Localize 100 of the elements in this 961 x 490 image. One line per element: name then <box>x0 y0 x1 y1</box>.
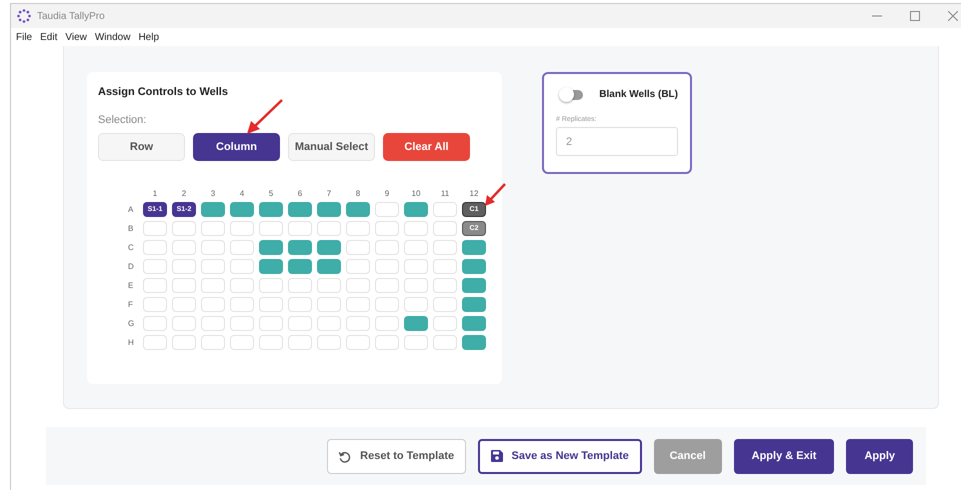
well[interactable] <box>201 316 225 331</box>
well[interactable] <box>143 259 167 274</box>
close-icon[interactable] <box>948 11 958 21</box>
well[interactable] <box>433 240 457 255</box>
well[interactable] <box>288 278 312 293</box>
well[interactable] <box>259 240 283 255</box>
well[interactable] <box>201 202 225 217</box>
well[interactable] <box>375 297 399 312</box>
well[interactable] <box>259 259 283 274</box>
well[interactable] <box>433 297 457 312</box>
well[interactable] <box>230 259 254 274</box>
save-button[interactable]: Save as New Template <box>478 438 642 474</box>
well[interactable] <box>462 259 486 274</box>
well[interactable] <box>404 297 428 312</box>
well[interactable] <box>259 297 283 312</box>
well[interactable] <box>259 278 283 293</box>
well[interactable] <box>172 316 196 331</box>
well[interactable] <box>433 278 457 293</box>
well[interactable] <box>462 278 486 293</box>
well[interactable] <box>404 259 428 274</box>
well[interactable] <box>404 278 428 293</box>
well[interactable] <box>288 316 312 331</box>
well[interactable] <box>433 259 457 274</box>
well[interactable] <box>346 259 370 274</box>
well[interactable] <box>317 278 341 293</box>
well[interactable] <box>201 259 225 274</box>
well[interactable] <box>259 202 283 217</box>
well[interactable] <box>317 297 341 312</box>
well[interactable] <box>201 297 225 312</box>
well[interactable] <box>288 335 312 350</box>
well[interactable] <box>317 335 341 350</box>
well[interactable] <box>433 316 457 331</box>
well[interactable] <box>288 240 312 255</box>
well[interactable] <box>433 221 457 236</box>
selection-button[interactable]: Column <box>193 133 280 161</box>
well[interactable] <box>230 316 254 331</box>
well[interactable] <box>288 221 312 236</box>
well[interactable] <box>462 316 486 331</box>
well[interactable] <box>462 240 486 255</box>
well[interactable] <box>230 221 254 236</box>
well[interactable] <box>201 335 225 350</box>
well[interactable] <box>201 240 225 255</box>
well[interactable] <box>317 316 341 331</box>
well[interactable] <box>288 259 312 274</box>
menu-item[interactable]: Window <box>94 32 130 42</box>
well[interactable] <box>404 240 428 255</box>
well[interactable] <box>230 240 254 255</box>
reset-button[interactable]: Reset to Template <box>326 438 466 474</box>
well[interactable] <box>346 240 370 255</box>
well[interactable] <box>317 221 341 236</box>
well[interactable] <box>143 335 167 350</box>
well[interactable] <box>375 335 399 350</box>
well[interactable] <box>317 202 341 217</box>
well[interactable] <box>143 240 167 255</box>
well[interactable] <box>230 335 254 350</box>
menu-item[interactable]: File <box>16 32 32 42</box>
well[interactable] <box>230 202 254 217</box>
well[interactable] <box>375 316 399 331</box>
well[interactable] <box>317 240 341 255</box>
well[interactable] <box>346 221 370 236</box>
well[interactable] <box>143 297 167 312</box>
well[interactable] <box>404 202 428 217</box>
well[interactable] <box>288 297 312 312</box>
well[interactable] <box>317 259 341 274</box>
well[interactable] <box>288 202 312 217</box>
well[interactable] <box>346 202 370 217</box>
well[interactable] <box>172 221 196 236</box>
well[interactable] <box>172 240 196 255</box>
well[interactable] <box>404 335 428 350</box>
well[interactable] <box>172 297 196 312</box>
well[interactable] <box>346 278 370 293</box>
well[interactable] <box>172 335 196 350</box>
well[interactable] <box>143 316 167 331</box>
well[interactable] <box>404 316 428 331</box>
well[interactable] <box>375 221 399 236</box>
well[interactable] <box>172 259 196 274</box>
well[interactable] <box>433 202 457 217</box>
apply-button[interactable]: Apply & Exit <box>734 438 834 474</box>
well[interactable] <box>375 278 399 293</box>
well[interactable] <box>201 221 225 236</box>
menu-item[interactable]: Edit <box>40 32 58 42</box>
well[interactable] <box>346 316 370 331</box>
well[interactable] <box>404 221 428 236</box>
well[interactable] <box>375 259 399 274</box>
well[interactable] <box>375 240 399 255</box>
well[interactable] <box>259 316 283 331</box>
maximize-icon[interactable] <box>910 11 920 21</box>
well[interactable] <box>230 278 254 293</box>
well[interactable] <box>346 335 370 350</box>
well[interactable] <box>346 297 370 312</box>
well[interactable] <box>462 297 486 312</box>
well[interactable] <box>201 278 225 293</box>
well[interactable] <box>375 202 399 217</box>
clear-all-button[interactable]: Clear All <box>383 133 470 161</box>
menu-item[interactable]: Help <box>138 32 160 42</box>
toggle-switch[interactable] <box>562 90 584 100</box>
well[interactable] <box>462 335 486 350</box>
well[interactable] <box>143 278 167 293</box>
menu-item[interactable]: View <box>65 32 87 42</box>
selection-button[interactable]: Row <box>98 133 185 161</box>
